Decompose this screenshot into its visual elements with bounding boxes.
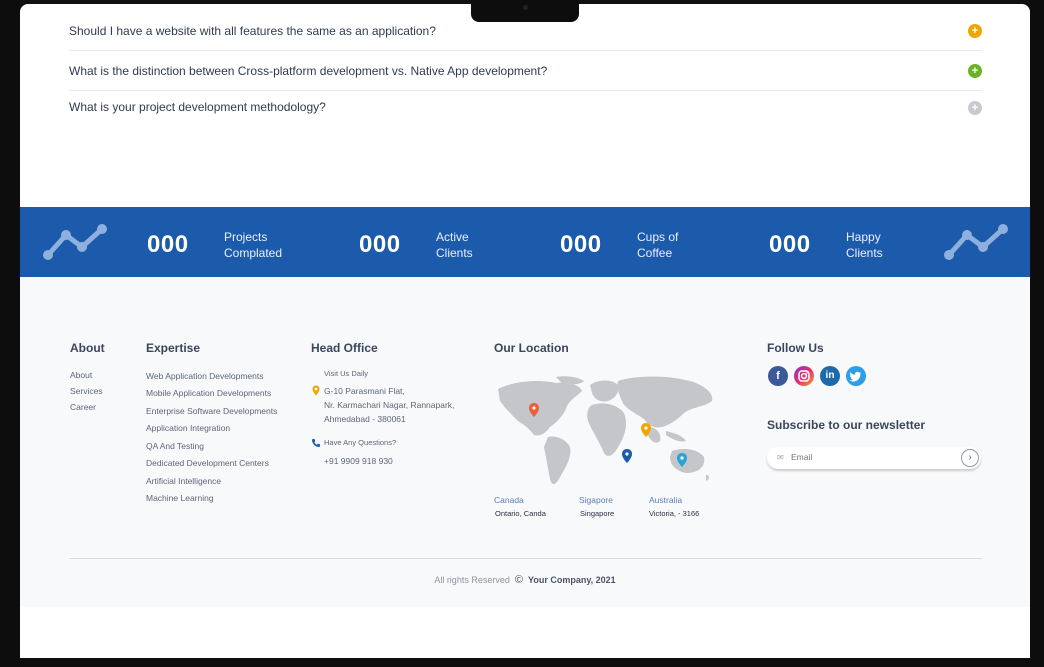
bezel-bottom (0, 658, 1044, 667)
phone-icon (312, 439, 320, 447)
map-pin-singapore (622, 449, 632, 463)
footer-divider (69, 558, 982, 559)
faq-question[interactable]: Should I have a website with all feature… (69, 24, 436, 38)
head-office-heading: Head Office (311, 341, 378, 355)
stat-label: Cups of Coffee (637, 230, 679, 260)
plus-icon[interactable]: + (968, 101, 982, 115)
footer-link-expertise[interactable]: Machine Learning (146, 493, 214, 503)
stats-bar: 000 Projects Complated 000 Active Clients … (20, 207, 1030, 277)
location-pin-icon (312, 385, 320, 396)
stat-value: 000 (769, 231, 811, 258)
expertise-heading: Expertise (146, 341, 201, 355)
subscribe-button[interactable]: › (961, 449, 979, 467)
copyright-prefix: All rights Reserved (434, 575, 510, 585)
about-heading: About (70, 341, 105, 355)
bezel-right (1030, 0, 1044, 667)
location-heading: Our Location (494, 341, 569, 355)
world-map (498, 376, 713, 485)
location-detail: Singapore (580, 509, 615, 518)
location-city: Canada (494, 495, 524, 505)
facebook-icon[interactable]: f (768, 366, 788, 386)
linkedin-icon[interactable]: in (820, 366, 840, 386)
trend-line-icon (43, 224, 107, 260)
address-line: Ahmedabad - 380061 (324, 414, 406, 424)
stat-label: Happy Clients (846, 230, 883, 260)
footer-link-expertise[interactable]: Web Application Developments (146, 371, 264, 381)
newsletter-form: ✉ › (767, 447, 981, 469)
footer-link-services[interactable]: Services (70, 386, 103, 396)
plus-icon[interactable]: + (968, 64, 982, 78)
camera-icon (523, 5, 528, 10)
mail-icon: ✉ (777, 453, 784, 462)
faq-item[interactable]: What is your project development methodo… (69, 90, 982, 126)
location-city: Australia (649, 495, 683, 505)
twitter-icon[interactable] (846, 366, 866, 386)
copyright-symbol: © (514, 574, 523, 586)
phone-number[interactable]: +91 9909 918 930 (324, 454, 393, 468)
footer-link-expertise[interactable]: Artificial Intelligence (146, 476, 221, 486)
visit-label: Visit Us Daily (324, 369, 369, 378)
trend-line-icon (944, 224, 1008, 260)
stat-value: 000 (560, 231, 602, 258)
stat-label: Projects Complated (224, 230, 283, 260)
bezel-left (0, 0, 20, 667)
footer-link-expertise[interactable]: QA And Testing (146, 441, 204, 451)
instagram-icon[interactable] (794, 366, 814, 386)
faq-question[interactable]: What is your project development methodo… (69, 100, 326, 114)
footer-link-expertise[interactable]: Mobile Application Developments (146, 388, 271, 398)
faq-question[interactable]: What is the distinction between Cross-pl… (69, 64, 547, 78)
footer-link-about[interactable]: About (70, 370, 92, 380)
copyright: All rights Reserved © Your Company, 2021 (20, 574, 1030, 586)
location-city: Sigapore (579, 495, 614, 505)
faq-item[interactable]: What is the distinction between Cross-pl… (69, 50, 982, 91)
stat-value: 000 (147, 231, 189, 258)
webcam-notch (471, 0, 579, 22)
newsletter-heading: Subscribe to our newsletter (767, 418, 926, 432)
stat-value: 000 (359, 231, 401, 258)
footer-link-career[interactable]: Career (70, 402, 96, 412)
footer-link-expertise[interactable]: Dedicated Development Centers (146, 458, 269, 468)
location-detail: Victoria, - 3166 (649, 509, 700, 518)
email-field[interactable] (789, 451, 953, 463)
follow-heading: Follow Us (767, 341, 824, 355)
questions-label: Have Any Questions? (324, 438, 397, 447)
address-line: Nr. Karmachari Nagar, Rannapark, (324, 400, 455, 410)
address-line: G-10 Parasmani Flat, (324, 386, 405, 396)
stat-label: Active Clients (436, 230, 473, 260)
screen: Should I have a website with all feature… (20, 4, 1030, 658)
footer-link-expertise[interactable]: Enterprise Software Developments (146, 406, 277, 416)
footer-link-expertise[interactable]: Application Integration (146, 423, 230, 433)
plus-icon[interactable]: + (968, 24, 982, 38)
footer: About About Services Career Expertise We… (20, 277, 1030, 607)
company-name: Your Company, 2021 (527, 575, 616, 585)
location-detail: Ontario, Canda (495, 509, 546, 518)
